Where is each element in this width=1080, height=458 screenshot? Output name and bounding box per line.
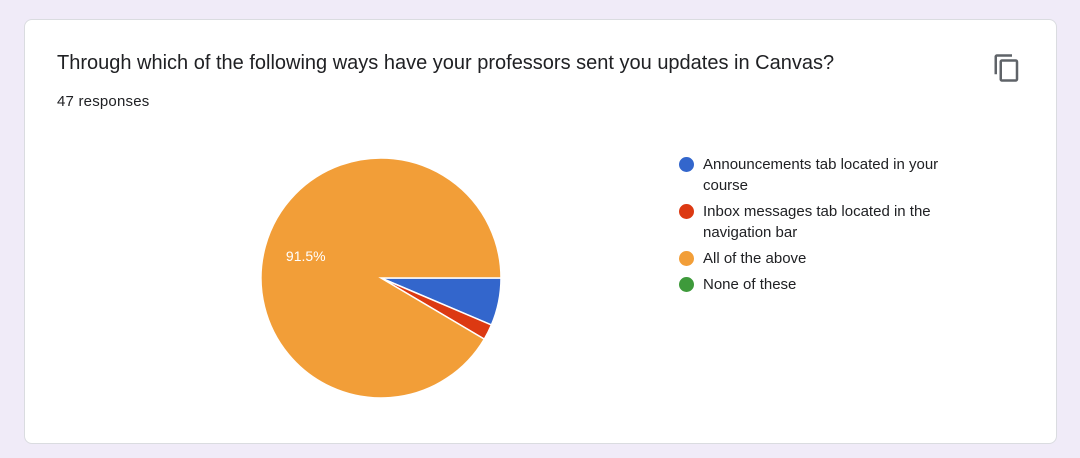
legend-label: Announcements tab located in your course [703,156,939,194]
pie-slice[interactable] [260,157,502,399]
pie-chart: 91.5% Announcements tab located in your … [25,20,1056,443]
legend-color-swatch [679,157,694,172]
legend-item[interactable]: Announcements tab located in your course [679,154,979,196]
legend-label: All of the above [703,250,807,267]
pie-data-label: 91.5% [286,248,326,264]
legend-item[interactable]: Inbox messages tab located in the naviga… [679,201,979,243]
legend-label: None of these [703,276,797,293]
legend-color-swatch [679,251,694,266]
chart-legend: Announcements tab located in your course… [679,154,979,300]
legend-item[interactable]: All of the above [679,248,979,269]
question-summary-card: Through which of the following ways have… [24,19,1057,444]
legend-item[interactable]: None of these [679,274,979,295]
legend-label: Inbox messages tab located in the naviga… [703,203,931,241]
legend-color-swatch [679,277,694,292]
legend-color-swatch [679,204,694,219]
